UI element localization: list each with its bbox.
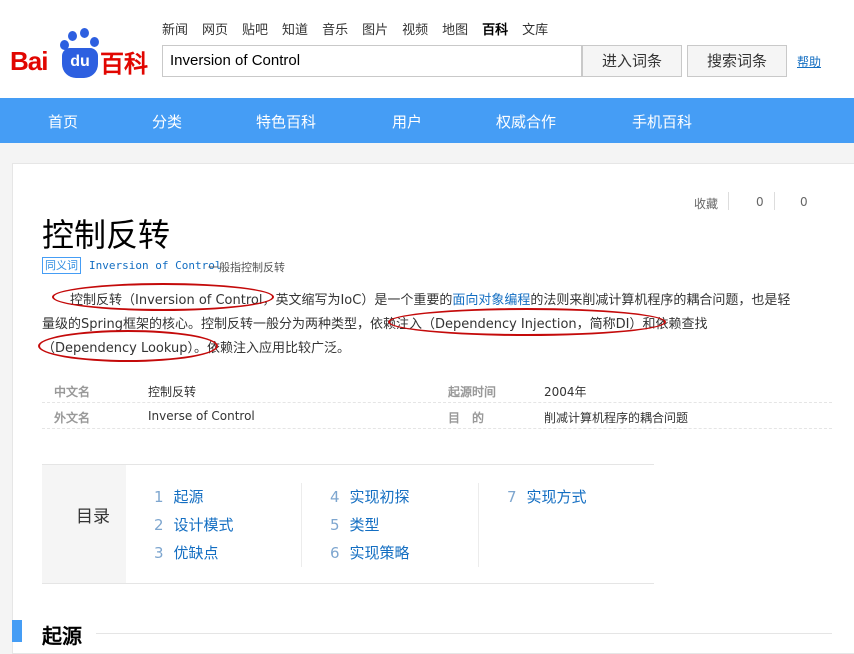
logo-baike: 百科 (100, 50, 148, 78)
toc-text: 起源 (173, 488, 204, 506)
toc-item-strategy[interactable]: 6 实现策略 (330, 542, 410, 563)
synonym-tag: 同义词 (42, 257, 81, 274)
toc-num: 4 (330, 488, 340, 506)
info-label: 起源时间 (448, 385, 497, 399)
section-marker (12, 620, 22, 642)
search-entry-button[interactable]: 搜索词条 (687, 45, 787, 77)
summary-text: 控制反转（Inversion of Control，英文缩写为IoC）是一个重要… (70, 293, 453, 308)
info-label: 目 的 (448, 411, 485, 425)
topnav-baike[interactable]: 百科 (482, 19, 508, 38)
topnav-web[interactable]: 网页 (202, 19, 228, 38)
info-value: 2004年 (544, 385, 587, 399)
nav-mobile[interactable]: 手机百科 (632, 111, 692, 132)
info-row: 中文名 控制反转 起源时间 2004年 (42, 377, 832, 403)
topnav-zhidao[interactable]: 知道 (282, 19, 308, 38)
summary-line-2: 量级的Spring框架的核心。控制反转一般分为两种类型，依赖注入（Depende… (42, 317, 708, 332)
toc-text: 实现初探 (349, 488, 410, 506)
toc-num: 6 (330, 544, 340, 562)
topnav-news[interactable]: 新闻 (162, 19, 188, 38)
toc-item-types[interactable]: 5 类型 (330, 514, 380, 535)
toc-item-design-pattern[interactable]: 2 设计模式 (154, 514, 234, 535)
toc-text: 优缺点 (173, 544, 219, 562)
toc-divider (478, 483, 479, 567)
summary-line-1: 控制反转（Inversion of Control，英文缩写为IoC）是一个重要… (42, 289, 837, 308)
table-of-contents: 目录 1 起源 2 设计模式 3 优缺点 4 实现初探 5 类型 6 实现策略 7 实现方式 (42, 464, 654, 584)
toc-num: 5 (330, 516, 340, 534)
main-nav: 首页 分类 特色百科 用户 权威合作 手机百科 (0, 98, 854, 143)
header: Bai du 百科 新闻 网页 贴吧 知道 音乐 图片 视频 地图 百科 文库 … (0, 0, 854, 98)
toc-side: 目录 (42, 465, 126, 583)
topnav-map[interactable]: 地图 (442, 19, 468, 38)
search-input[interactable]: Inversion of Control (162, 45, 582, 77)
nav-users[interactable]: 用户 (392, 111, 422, 132)
topnav-wenku[interactable]: 文库 (522, 19, 548, 38)
topnav-images[interactable]: 图片 (362, 19, 388, 38)
logo-du: du (62, 48, 98, 78)
toc-num: 2 (154, 516, 164, 534)
toc-divider (301, 483, 302, 567)
info-value: 削减计算机程序的耦合问题 (544, 411, 689, 425)
stat-divider (728, 192, 729, 210)
top-nav: 新闻 网页 贴吧 知道 音乐 图片 视频 地图 百科 文库 (162, 19, 562, 38)
help-link[interactable]: 帮助 (797, 53, 821, 70)
toc-item-origin[interactable]: 1 起源 (154, 486, 204, 507)
like-count: 0 (800, 195, 808, 209)
toc-text: 实现方式 (526, 488, 587, 506)
toc-text: 实现策略 (349, 544, 410, 562)
section-title: 起源 (42, 624, 82, 648)
info-value: 控制反转 (148, 385, 197, 399)
logo-bai: Bai (10, 46, 48, 76)
nav-category[interactable]: 分类 (152, 111, 182, 132)
nav-partners[interactable]: 权威合作 (496, 111, 556, 132)
toc-text: 设计模式 (173, 516, 234, 534)
toc-label: 目录 (76, 507, 110, 527)
page-title: 控制反转 (42, 216, 171, 254)
paw-toe-icon (90, 37, 99, 47)
favorite-button[interactable]: 收藏 (694, 195, 718, 212)
synonym-note: 一般指控制反转 (208, 261, 285, 274)
toc-num: 7 (507, 488, 517, 506)
summary-line-3: （Dependency Lookup）。依赖注入应用比较广泛。 (42, 341, 351, 356)
topnav-tieba[interactable]: 贴吧 (242, 19, 268, 38)
nav-home[interactable]: 首页 (48, 111, 78, 132)
info-value: Inverse of Control (148, 409, 255, 423)
info-label: 外文名 (54, 411, 91, 425)
topnav-music[interactable]: 音乐 (322, 19, 348, 38)
favorite-count: 0 (756, 195, 764, 209)
section-divider (96, 633, 832, 634)
paw-toe-icon (80, 28, 89, 38)
enter-entry-button[interactable]: 进入词条 (582, 45, 682, 77)
toc-num: 1 (154, 488, 164, 506)
toc-item-implementation[interactable]: 7 实现方式 (507, 486, 587, 507)
topnav-video[interactable]: 视频 (402, 19, 428, 38)
toc-item-pros-cons[interactable]: 3 优缺点 (154, 542, 219, 563)
stat-divider (774, 192, 775, 210)
toc-text: 类型 (349, 516, 380, 534)
oop-link[interactable]: 面向对象编程 (452, 293, 530, 308)
paw-toe-icon (68, 31, 77, 41)
summary-text: 的法则来削减计算机程序的耦合问题，也是轻 (530, 293, 791, 308)
baidu-baike-logo[interactable]: Bai du 百科 (10, 28, 150, 78)
nav-featured[interactable]: 特色百科 (256, 111, 316, 132)
toc-item-first-look[interactable]: 4 实现初探 (330, 486, 410, 507)
info-label: 中文名 (54, 385, 91, 399)
toc-num: 3 (154, 544, 164, 562)
info-row: 外文名 Inverse of Control 目 的 削减计算机程序的耦合问题 (42, 403, 832, 429)
synonym-term-link[interactable]: Inversion of Control (89, 259, 221, 272)
